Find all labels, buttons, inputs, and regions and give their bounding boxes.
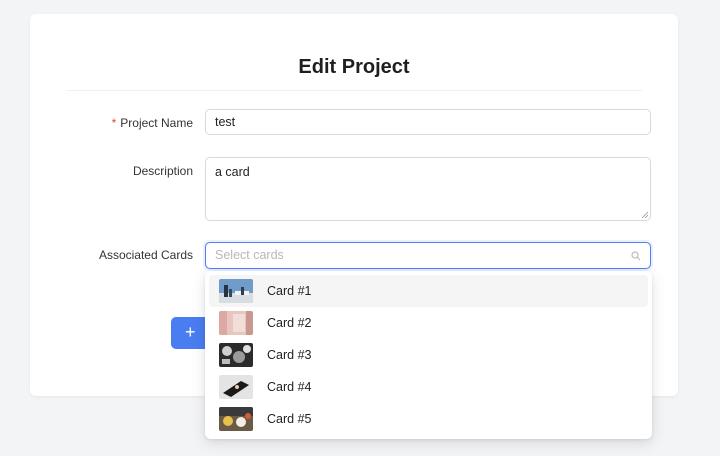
description-textarea[interactable]: a card	[205, 157, 651, 221]
project-name-input[interactable]: test	[205, 109, 651, 135]
option-label: Card #5	[267, 412, 312, 426]
project-name-label: * Project Name	[111, 116, 193, 130]
associated-cards-label: Associated Cards	[98, 248, 193, 262]
title-divider	[66, 90, 642, 91]
description-label: Description	[132, 164, 193, 178]
dropdown-option[interactable]: Card #1	[209, 275, 648, 307]
page-title: Edit Project	[298, 56, 410, 78]
city-skyline-thumbnail	[219, 279, 253, 303]
option-label: Card #4	[267, 380, 312, 394]
resize-grip-icon[interactable]	[641, 211, 648, 218]
dropdown-option[interactable]: Card #5	[209, 403, 648, 435]
page-background: Edit Project * Project Name test Descript…	[0, 0, 720, 456]
cards-dropdown: Card #1 Card #2 Card #3 Card #4 Card #5	[205, 271, 652, 439]
option-label: Card #3	[267, 348, 312, 362]
required-mark: *	[111, 116, 117, 130]
select-placeholder: Select cards	[215, 248, 284, 262]
pink-fabric-thumbnail	[219, 311, 253, 335]
dropdown-option[interactable]: Card #3	[209, 339, 648, 371]
dark-object-thumbnail	[219, 375, 253, 399]
associated-cards-select[interactable]: Select cards	[205, 242, 651, 269]
option-label: Card #1	[267, 284, 312, 298]
option-label: Card #2	[267, 316, 312, 330]
texture-collage-thumbnail	[219, 343, 253, 367]
dropdown-option[interactable]: Card #2	[209, 307, 648, 339]
colorful-still-life-thumbnail	[219, 407, 253, 431]
search-icon	[631, 251, 641, 261]
dropdown-option[interactable]: Card #4	[209, 371, 648, 403]
